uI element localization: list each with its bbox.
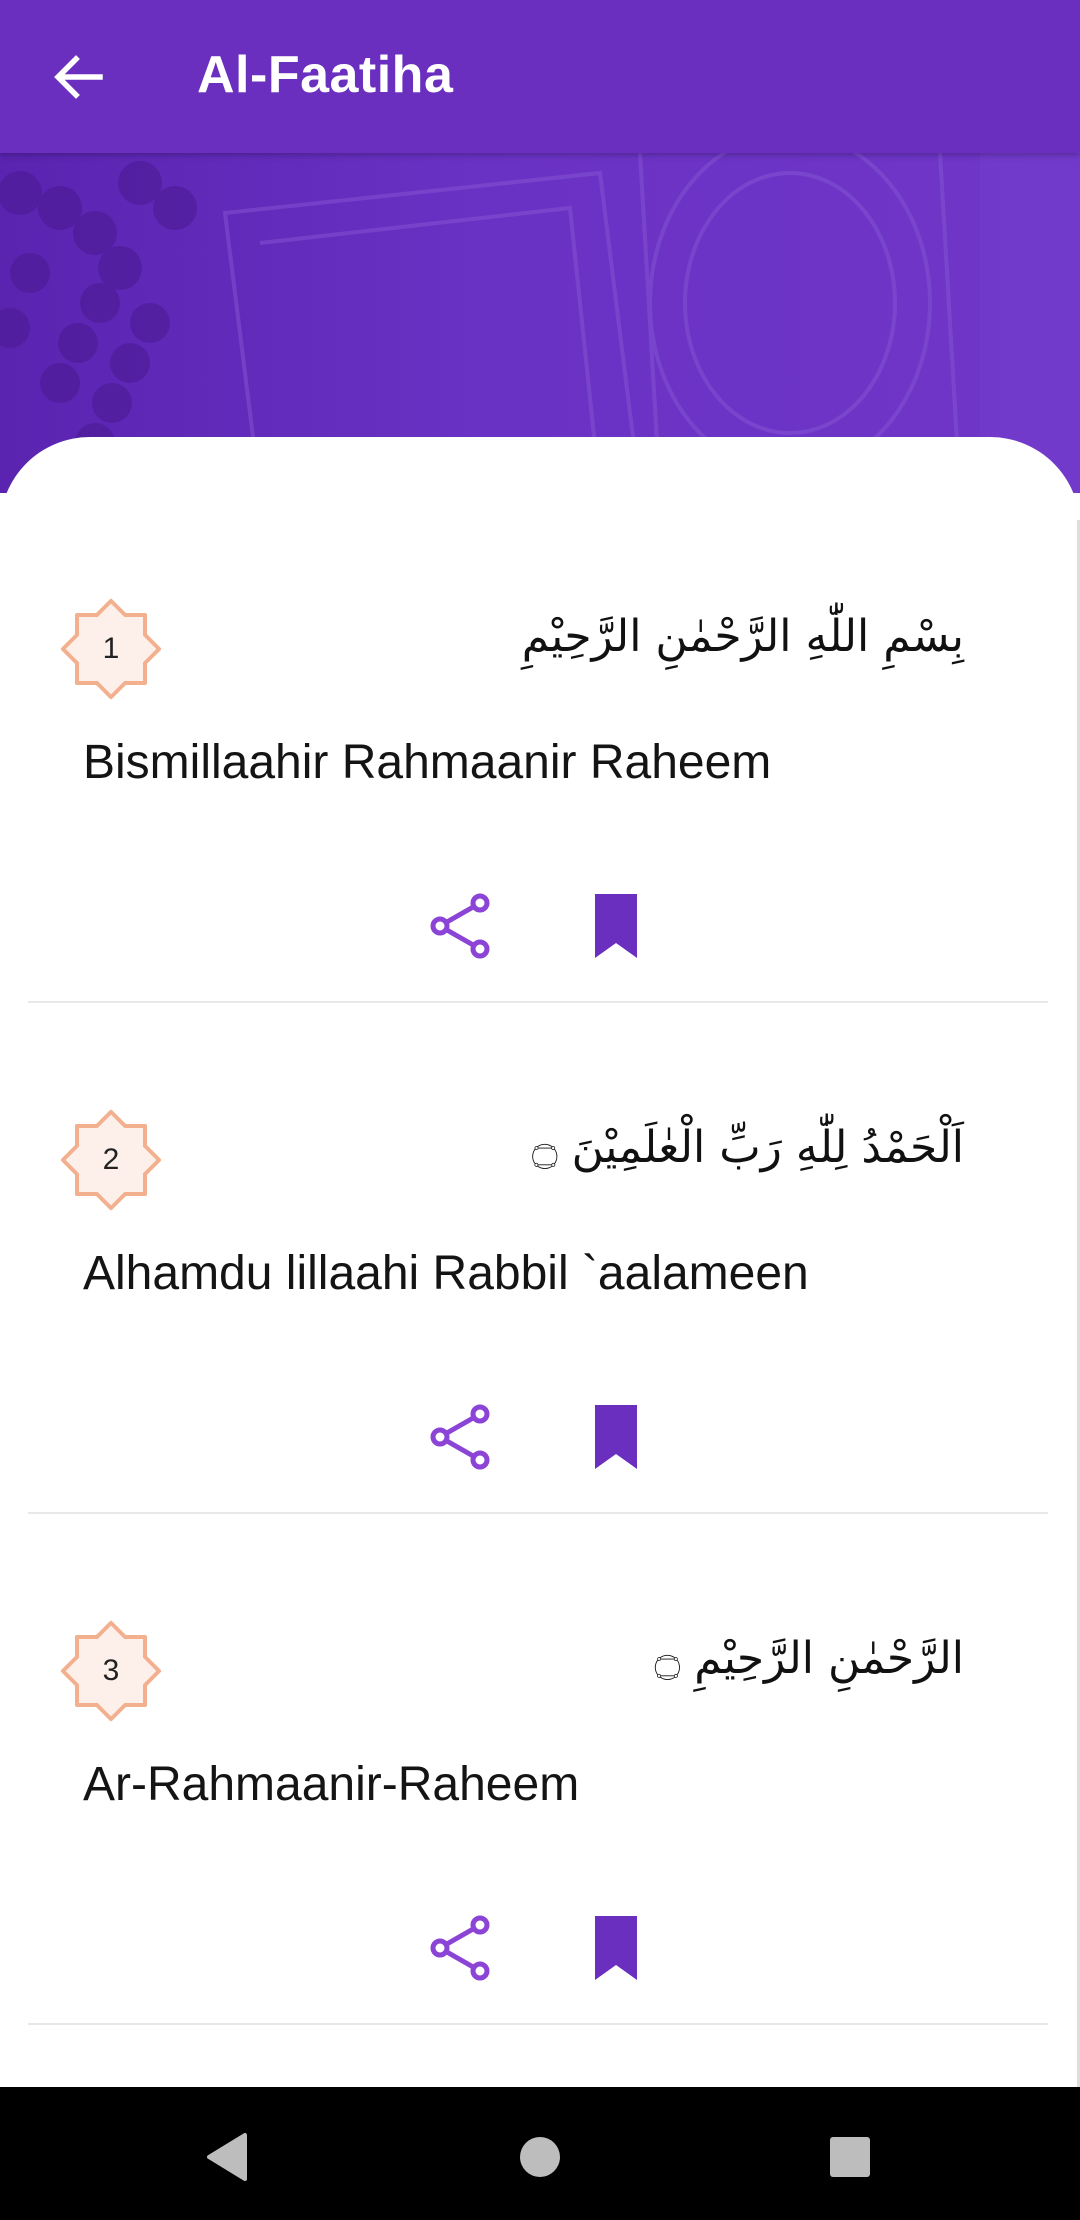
transliteration-text: Bismillaahir Rahmaanir Raheem: [83, 736, 772, 789]
page-title: Al-Faatiha: [197, 46, 454, 104]
transliteration-text: Alhamdu lillaahi Rabbil `aalameen: [83, 1247, 809, 1300]
verse-number-badge: 2: [55, 1104, 167, 1216]
verse-number-badge: 3: [55, 1615, 167, 1727]
nav-home-button[interactable]: [500, 2117, 580, 2197]
arabic-text: بِسْمِ اللّٰهِ الرَّحْمٰنِ الرَّحِيْمِ: [521, 611, 964, 662]
screen: Al-Faatiha 1 بِسْمِ اللّٰهِ الرَّحْمٰنِ …: [0, 0, 1080, 2220]
arabic-text: الرَّحْمٰنِ الرَّحِيْمِ ۝: [654, 1633, 964, 1684]
triangle-back-icon: [207, 2133, 247, 2181]
share-button[interactable]: [422, 1908, 502, 1988]
nav-recents-button[interactable]: [810, 2117, 890, 2197]
verse-item-2: 2 اَلْحَمْدُ لِلّٰهِ رَبِّ الْعٰلَمِيْنَ…: [0, 948, 1080, 1514]
circle-home-icon: [520, 2137, 560, 2177]
app-bar: Al-Faatiha: [0, 0, 1080, 153]
share-icon: [430, 1915, 490, 1981]
verse-item-1: 1 بِسْمِ اللّٰهِ الرَّحْمٰنِ الرَّحِيْمِ…: [0, 437, 1080, 1003]
arrow-back-icon: [54, 55, 103, 99]
verses-card: 1 بِسْمِ اللّٰهِ الرَّحْمٰنِ الرَّحِيْمِ…: [0, 437, 1080, 2087]
verse-number-badge: 1: [55, 593, 167, 705]
nav-back-button[interactable]: [185, 2117, 265, 2197]
verse-number: 3: [102, 1654, 120, 1687]
bookmark-icon: [595, 1916, 637, 1980]
arabic-text: اَلْحَمْدُ لِلّٰهِ رَبِّ الْعٰلَمِيْنَ ۝: [531, 1122, 964, 1173]
verse-number: 1: [102, 632, 120, 665]
divider: [28, 2023, 1048, 2025]
verse-number: 2: [102, 1143, 120, 1176]
system-nav-bar: [0, 2087, 1080, 2220]
back-button[interactable]: [40, 42, 116, 112]
bookmark-button[interactable]: [576, 1908, 656, 1988]
square-recents-icon: [830, 2137, 870, 2177]
verse-item-3: 3 الرَّحْمٰنِ الرَّحِيْمِ ۝ Ar-Rahmaanir…: [0, 1459, 1080, 2025]
transliteration-text: Ar-Rahmaanir-Raheem: [83, 1758, 580, 1811]
